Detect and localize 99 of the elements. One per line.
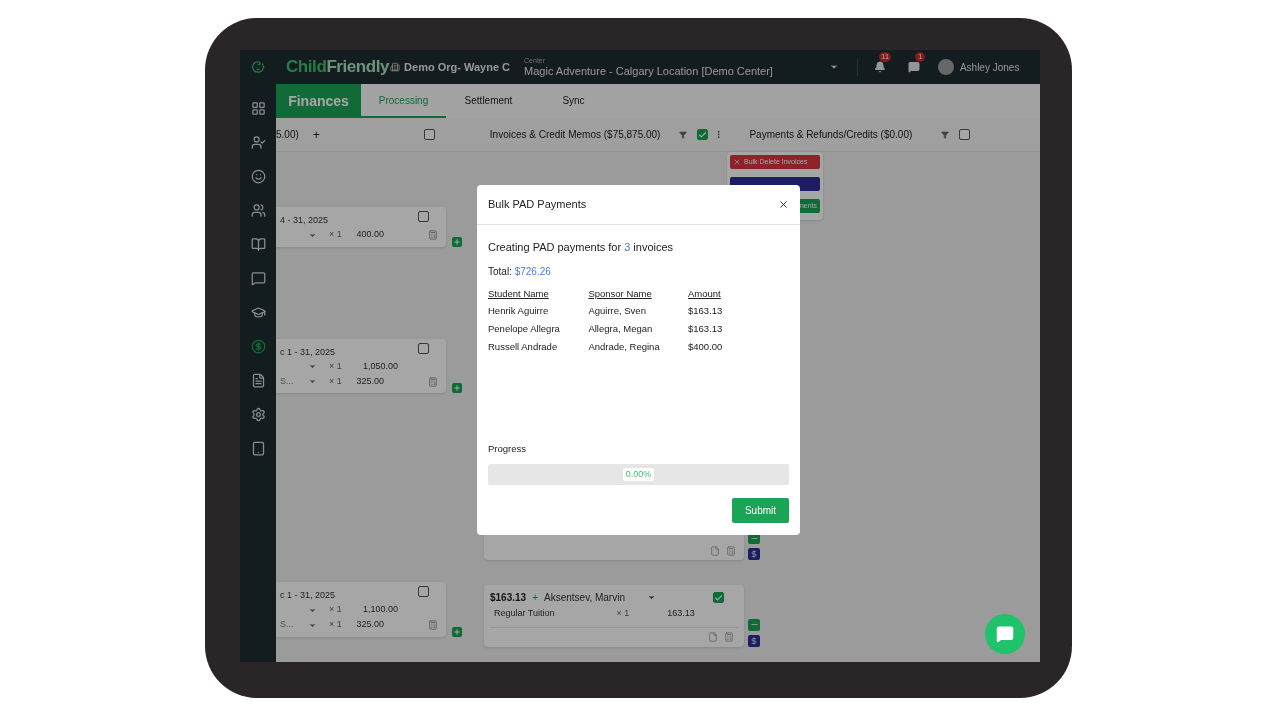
close-icon — [733, 158, 741, 166]
checkbox[interactable] — [418, 586, 429, 597]
graduation-cap-icon — [250, 304, 266, 320]
checkbox[interactable] — [418, 342, 429, 354]
line-amount: 325.00 — [356, 618, 384, 632]
dollar-button[interactable] — [748, 634, 760, 647]
line-quantity: × 1 — [329, 603, 342, 617]
line-quantity: × 1 — [616, 607, 630, 620]
check-icon — [698, 129, 708, 140]
line-quantity: × 1 — [329, 359, 342, 373]
calculator-icon[interactable] — [428, 620, 438, 630]
column-title: Payments & Refunds/Credits ($0.00) — [749, 128, 913, 142]
building-icon — [390, 62, 401, 72]
line-quantity: × 1 — [329, 228, 342, 242]
module-title: Finances — [276, 84, 361, 118]
settings-icon — [250, 406, 266, 422]
avatar[interactable] — [937, 59, 954, 75]
dollar-icon — [750, 550, 758, 558]
submit-button[interactable]: Submit — [732, 498, 789, 523]
add-button[interactable] — [452, 383, 462, 393]
add-button[interactable]: + — [312, 125, 320, 144]
filter-icon[interactable] — [679, 130, 688, 139]
checkbox[interactable] — [713, 592, 724, 603]
column-total: 5.00) — [276, 128, 299, 142]
progress-label: Progress — [488, 441, 527, 456]
grid-icon — [250, 100, 266, 116]
check-icon — [714, 592, 723, 603]
table-cell: Aguirre, Sven — [588, 301, 688, 320]
face-icon — [250, 168, 266, 184]
table-cell: Russell Andrade — [488, 337, 589, 356]
center-selector[interactable]: Magic Adventure - Calgary Location [Demo Center] — [524, 66, 773, 77]
child-logo-icon[interactable] — [251, 60, 265, 74]
line-quantity: × 1 — [329, 618, 342, 632]
caret-icon[interactable] — [828, 62, 839, 72]
add-button[interactable] — [452, 236, 462, 247]
tab[interactable]: Settlement — [446, 84, 531, 118]
calculator-icon[interactable] — [724, 631, 734, 642]
chat-icon — [250, 270, 266, 286]
column-header: Sponsor Name — [588, 286, 688, 302]
close-icon[interactable] — [778, 199, 789, 210]
sponsor-name[interactable]: Aksentsev, Marvin — [544, 590, 625, 605]
line-name: Regular Tuition — [494, 607, 555, 620]
modal-title: Bulk PAD Payments — [488, 197, 587, 213]
checkbox[interactable] — [418, 211, 429, 222]
checkbox[interactable] — [959, 129, 971, 140]
dollar-button[interactable] — [748, 548, 760, 560]
plus-icon — [453, 384, 461, 392]
chat-icon — [996, 625, 1014, 643]
invoice-period: 4 - 31, 2025 — [280, 214, 329, 227]
dollar-icon — [250, 338, 266, 354]
line-amount: 1,100.00 — [362, 603, 398, 617]
line-amount: 400.00 — [356, 228, 384, 242]
book-icon — [250, 236, 266, 252]
notifications-bell-icon[interactable] — [873, 61, 886, 73]
invoice-amount: $163.13 — [490, 591, 527, 605]
invoice-period: c 1 - 31, 2025 — [280, 589, 336, 602]
add-button[interactable] — [452, 626, 462, 637]
invoice-period: c 1 - 31, 2025 — [280, 345, 336, 359]
plus-icon — [453, 237, 461, 246]
user-check-icon — [250, 134, 266, 150]
dollar-icon — [750, 636, 758, 645]
line-amount: 163.13 — [667, 607, 695, 620]
document-icon — [250, 372, 266, 388]
line-quantity: × 1 — [329, 374, 342, 388]
chat-button[interactable] — [985, 614, 1025, 654]
plus-icon — [453, 627, 461, 636]
table-cell: Penelope Allegra — [488, 319, 589, 338]
table-cell: Henrik Aguirre — [488, 301, 589, 320]
progress-reading: 0.00% — [622, 467, 655, 482]
notification-count: 11 — [878, 52, 892, 62]
column-header: Student Name — [488, 286, 589, 302]
table-cell-text: $163.13 — [688, 321, 724, 336]
line-name: S... — [280, 619, 294, 630]
organization-name[interactable]: Demo Org- Wayne C — [404, 58, 511, 76]
filter-icon[interactable] — [941, 130, 950, 139]
summary-text: Creating PAD payments for 3 invoices — [488, 240, 675, 255]
table-cell: Allegra, Megan — [588, 319, 688, 338]
messages-icon[interactable] — [907, 61, 920, 73]
checkbox[interactable] — [423, 129, 435, 140]
message-count: 1 — [914, 52, 926, 62]
line-amount: 325.00 — [356, 374, 384, 388]
calculator-icon[interactable] — [428, 230, 438, 240]
people-icon — [250, 202, 266, 218]
calculator-icon[interactable] — [428, 376, 438, 387]
table-cell-text: $163.13 — [688, 303, 724, 318]
table-cell: Andrade, Regina — [588, 337, 688, 356]
calculator-icon[interactable] — [726, 546, 736, 556]
caret-icon[interactable] — [646, 593, 656, 602]
checkbox[interactable] — [697, 129, 709, 140]
line-amount: 1,050.00 — [362, 359, 398, 373]
total-text: Total: $726.26 — [488, 264, 552, 279]
tablet-icon — [250, 440, 266, 456]
column-title: Invoices & Credit Memos ($75,875.00) — [489, 128, 661, 142]
brand-logo[interactable]: ChildFriendly — [286, 54, 390, 80]
table-cell-text: $400.00 — [688, 339, 724, 354]
line-name: S... — [280, 375, 294, 386]
user-name[interactable]: Ashley Jones — [959, 59, 1020, 75]
tab[interactable]: Sync — [531, 84, 616, 118]
column-header: Amount — [688, 286, 722, 301]
